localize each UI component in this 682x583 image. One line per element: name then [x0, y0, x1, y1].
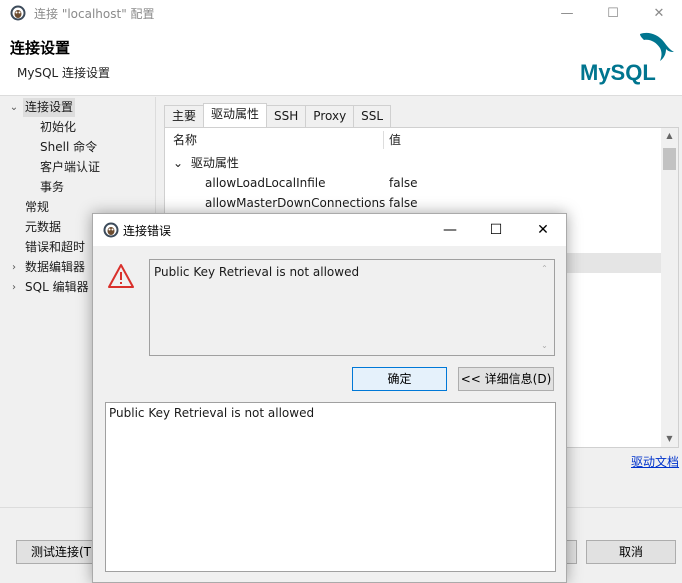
error-message: Public Key Retrieval is not allowed [154, 265, 360, 279]
chevron-right-icon[interactable]: › [8, 278, 20, 297]
scroll-up-icon[interactable]: ⌃ [536, 261, 553, 277]
ok-button[interactable]: 确定 [352, 367, 447, 391]
tab-main[interactable]: 主要 [164, 105, 205, 127]
tab-proxy[interactable]: Proxy [305, 105, 355, 127]
group-label: 驱动属性 [190, 156, 239, 170]
dialog-maximize-button[interactable]: ☐ [473, 214, 519, 246]
page-subtitle: MySQL 连接设置 [17, 66, 111, 80]
scroll-down-icon[interactable]: ▼ [661, 431, 678, 447]
scrollbar-thumb[interactable] [663, 148, 676, 170]
dialog-title: 连接错误 [123, 224, 172, 238]
chevron-right-icon[interactable]: › [8, 258, 20, 277]
mysql-logo-text: MySQL [580, 60, 656, 85]
tree-item-general[interactable]: 常规 [25, 198, 49, 217]
tab-bar: 主要 驱动属性 SSH Proxy SSL [164, 103, 392, 127]
property-value[interactable]: false [389, 173, 418, 193]
tab-ssl[interactable]: SSL [353, 105, 392, 127]
cancel-button[interactable]: 取消 [586, 540, 676, 564]
dbeaver-app-icon [10, 5, 26, 21]
tree-item-client-auth[interactable]: 客户端认证 [40, 158, 100, 177]
table-row[interactable]: allowMasterDownConnections false [165, 193, 662, 213]
chevron-down-icon[interactable]: ⌄ [8, 98, 20, 117]
tree-item-errors-timeouts[interactable]: 错误和超时 [25, 238, 85, 257]
dialog-minimize-button[interactable]: — [427, 214, 473, 246]
error-details-box[interactable]: Public Key Retrieval is not allowed [105, 402, 556, 572]
tree-item-shell-commands[interactable]: Shell 命令 [40, 138, 97, 157]
tree-item-label: 连接设置 [23, 98, 76, 117]
tree-item-label: SQL 编辑器 [25, 280, 89, 294]
close-button[interactable]: ✕ [636, 0, 682, 26]
window-titlebar: 连接 "localhost" 配置 — ☐ ✕ [0, 0, 682, 26]
error-message-box[interactable]: Public Key Retrieval is not allowed ⌃ ⌄ [149, 259, 555, 356]
table-row[interactable]: allowLoadLocalInfile false [165, 173, 662, 193]
column-divider[interactable] [383, 131, 384, 149]
column-header-name[interactable]: 名称 [173, 128, 197, 152]
scroll-down-icon[interactable]: ⌄ [536, 338, 553, 354]
property-value[interactable]: false [389, 193, 418, 213]
mysql-logo: MySQL [580, 32, 674, 85]
driver-docs-link[interactable]: 驱动文档 [631, 453, 679, 470]
property-name: allowMasterDownConnections [205, 196, 386, 210]
minimize-button[interactable]: — [544, 0, 590, 26]
chevron-down-icon[interactable]: ⌄ [173, 156, 183, 170]
tree-item-label: 数据编辑器 [25, 260, 86, 274]
table-group-row[interactable]: ⌄ 驱动属性 [173, 153, 239, 173]
tree-item-init[interactable]: 初始化 [40, 118, 76, 137]
table-scrollbar[interactable]: ▲ ▼ [661, 128, 678, 447]
tab-driver-properties[interactable]: 驱动属性 [203, 103, 268, 127]
scroll-up-icon[interactable]: ▲ [661, 128, 678, 144]
error-details-text: Public Key Retrieval is not allowed [109, 406, 315, 420]
property-name: allowLoadLocalInfile [205, 176, 326, 190]
column-header-value[interactable]: 值 [389, 128, 401, 152]
connection-error-dialog: 连接错误 — ☐ ✕ Public Key Retrieval is not a… [92, 213, 567, 583]
tab-ssh[interactable]: SSH [266, 105, 307, 127]
dialog-close-button[interactable]: ✕ [520, 214, 566, 246]
maximize-button[interactable]: ☐ [590, 0, 636, 26]
warning-icon [108, 264, 134, 288]
page-title: 连接设置 [10, 39, 71, 57]
window-title: 连接 "localhost" 配置 [34, 6, 155, 21]
tree-item-metadata[interactable]: 元数据 [25, 218, 61, 237]
page-header: 连接设置 MySQL 连接设置 MySQL [0, 26, 682, 96]
message-scrollbar[interactable]: ⌃ ⌄ [536, 261, 553, 354]
dbeaver-app-icon [103, 222, 119, 238]
dialog-titlebar: 连接错误 — ☐ ✕ [93, 214, 566, 246]
details-button[interactable]: << 详细信息(D) [458, 367, 554, 391]
tree-item-transactions[interactable]: 事务 [40, 178, 64, 197]
